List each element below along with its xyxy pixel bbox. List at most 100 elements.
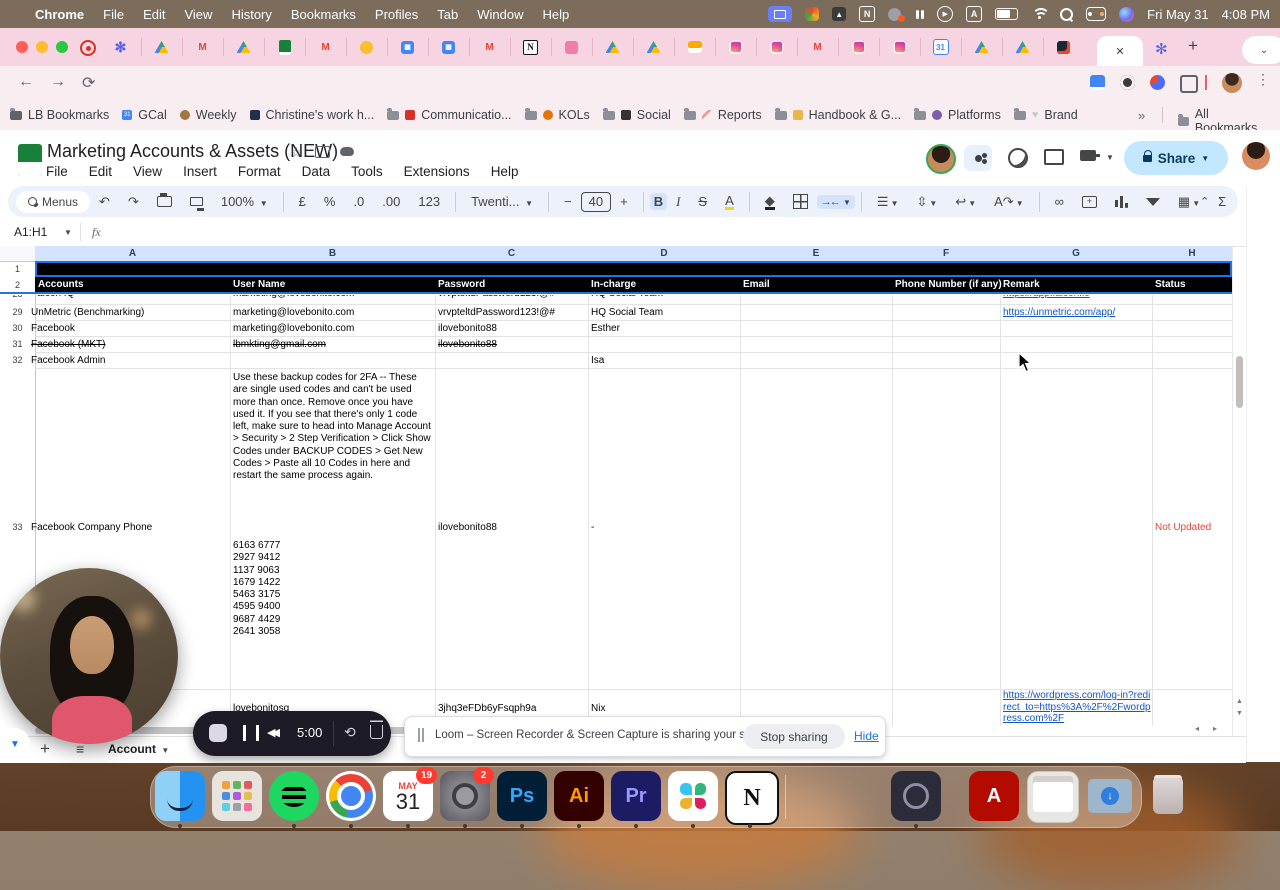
row-number-33[interactable]: 33 [0, 522, 35, 532]
pinned-tab-emoji-icon[interactable] [346, 38, 388, 56]
row-number-1[interactable]: 1 [0, 264, 35, 274]
scroll-right-icon[interactable]: ▸ [1213, 724, 1217, 733]
bookmark-gcal[interactable]: 31 GCal [122, 108, 167, 122]
filter-icon[interactable] [1145, 197, 1160, 206]
airpods-icon[interactable] [916, 7, 925, 21]
pinned-tab-drive-icon[interactable] [633, 38, 675, 56]
pinned-tab-gmail-icon[interactable]: M [182, 38, 224, 56]
pinned-tab-drive-icon[interactable] [961, 38, 1003, 56]
name-box-dropdown-icon[interactable]: ▼ [64, 228, 72, 237]
cell-d34[interactable]: Nix [591, 703, 741, 714]
pinned-tab-instagram-icon[interactable] [715, 38, 757, 56]
tab-flower-icon[interactable]: ✻ [1155, 40, 1168, 58]
pinned-tab-notion-icon[interactable]: N [510, 38, 552, 56]
cell-a31[interactable]: Facebook (MKT) [31, 339, 226, 350]
menubar-item-history[interactable]: History [231, 7, 271, 22]
bookmarks-overflow-chevron[interactable]: » [1138, 108, 1145, 123]
vertical-scrollbar-thumb[interactable] [1236, 356, 1243, 408]
control-center-icon[interactable] [1086, 7, 1107, 21]
notion-menubar-icon[interactable]: N [859, 6, 876, 22]
cloud-status-icon[interactable] [340, 147, 354, 156]
name-box[interactable]: A1:H1 [14, 225, 47, 239]
row-number-30[interactable]: 30 [0, 323, 35, 333]
dock-trash-icon[interactable] [1143, 771, 1193, 821]
cell-c30[interactable]: ilovebonito88 [438, 323, 588, 334]
menu-insert[interactable]: Insert [183, 164, 217, 179]
menu-extensions[interactable]: Extensions [404, 164, 470, 179]
bookmark-kols-folder[interactable]: KOLs [524, 107, 590, 122]
pivot-table-icon[interactable]: ▦ ▼ [1178, 194, 1200, 210]
column-header-b[interactable]: B [230, 246, 436, 261]
menubar-item-edit[interactable]: Edit [143, 7, 165, 22]
cell-c29[interactable]: vrvpteltdPassword123!@# [438, 307, 588, 318]
stop-recording-button[interactable] [209, 724, 227, 742]
dock-launchpad-icon[interactable] [212, 771, 262, 821]
cell-a33[interactable]: Facebook Company Phone [31, 522, 226, 533]
cell-a29[interactable]: UnMetric (Benchmarking) [31, 307, 226, 318]
collapse-toolbar-icon[interactable]: ⌃ [1200, 195, 1209, 208]
scroll-left-icon[interactable]: ◂ [1195, 724, 1199, 733]
menubar-item-bookmarks[interactable]: Bookmarks [291, 7, 356, 22]
cell-a30[interactable]: Facebook [31, 323, 226, 334]
pinned-tab-gmail-icon[interactable]: M [797, 38, 839, 56]
rewind-icon[interactable]: ◀◀ [267, 726, 280, 739]
menubar-time[interactable]: 4:08 PM [1222, 7, 1270, 22]
column-header-f[interactable]: F [892, 246, 1001, 261]
bookmark-handbook-folder[interactable]: Handbook & G... [774, 107, 901, 122]
column-header-g[interactable]: G [1000, 246, 1153, 261]
play-circle-icon[interactable]: ▶ [937, 6, 954, 22]
hide-banner-link[interactable]: Hide [854, 729, 879, 743]
menus-search-button[interactable]: Menus [16, 190, 91, 213]
bookmark-weekly[interactable]: Weekly [179, 108, 237, 122]
strikethrough-button[interactable]: S [698, 194, 707, 209]
increase-decimals-button[interactable]: .00 [382, 194, 400, 209]
cell-c33[interactable]: ilovebonito88 [438, 522, 588, 533]
pinned-tab-settings-icon[interactable]: ✻ [100, 38, 142, 56]
forward-icon[interactable]: → [50, 73, 66, 91]
vertical-scrollbar[interactable]: ▲ ▼ [1232, 246, 1247, 736]
menubar-item-profiles[interactable]: Profiles [375, 7, 418, 22]
cell-g34-link[interactable]: https://wordpress.com/log-in?redirect_to… [1003, 690, 1153, 723]
dock-spotify-icon[interactable] [269, 771, 319, 821]
extension-spinner-icon[interactable] [1150, 75, 1165, 90]
dock-minimized-window[interactable] [1027, 771, 1079, 823]
borders-icon[interactable] [792, 194, 808, 209]
cell-b29[interactable]: marketing@lovebonito.com [233, 307, 433, 318]
extension-bookmark-icon[interactable] [1090, 75, 1105, 90]
bookmark-platforms-folder[interactable]: Platforms [914, 107, 1001, 122]
cell-a32[interactable]: Facebook Admin [31, 355, 226, 366]
move-folder-icon[interactable] [315, 146, 330, 158]
minimize-window-button[interactable] [36, 41, 48, 53]
chrome-menu-icon[interactable]: ⋮ [1256, 71, 1270, 88]
undo-icon[interactable]: ↶ [99, 194, 110, 210]
menubar-item-help[interactable]: Help [543, 7, 570, 22]
pinned-tab-dark-app-icon[interactable] [1043, 38, 1084, 56]
bookmark-social-folder[interactable]: Social [602, 107, 671, 122]
loom-control-bar[interactable]: ◀◀ 5:00 ⟲ [193, 711, 391, 756]
decrease-decimals-button[interactable]: .0 [353, 194, 364, 209]
text-rotation-icon[interactable]: A↷ ▼ [994, 194, 1024, 210]
add-sheet-button[interactable]: + [40, 739, 50, 759]
screen-sharing-icon[interactable] [768, 6, 793, 22]
menubar-item-chrome[interactable]: Chrome [35, 7, 84, 22]
dock-slack-icon[interactable] [668, 771, 718, 821]
grid-corner-select-all[interactable] [0, 246, 36, 262]
cell-c34[interactable]: 3jhq3eFDb6yFsqph9a [438, 703, 588, 714]
meet-dropdown-icon[interactable]: ▼ [1106, 153, 1114, 162]
dock-chrome-icon[interactable] [326, 771, 376, 821]
pinned-tab-drive-icon[interactable] [1002, 38, 1044, 56]
dock-premiere-icon[interactable]: Pr [611, 771, 661, 821]
cell-c31[interactable]: ilovebonito88 [438, 339, 588, 350]
font-select[interactable]: Twenti... ▼ [471, 194, 533, 209]
column-header-d[interactable]: D [588, 246, 741, 261]
cell-b28[interactable]: marketing@lovebonito.com [233, 295, 433, 299]
cell-d30[interactable]: Esther [591, 323, 741, 334]
insert-link-icon[interactable]: ∞ [1055, 194, 1064, 209]
cell-b33-codes[interactable]: 6163 6777 2927 9412 1137 9063 1679 1422 … [233, 540, 433, 638]
redo-icon[interactable]: ↷ [128, 194, 139, 210]
input-source-icon[interactable]: A [966, 6, 983, 22]
currency-format-button[interactable]: £ [299, 194, 306, 209]
pinned-tab-calendar-icon[interactable]: ▦ [387, 38, 429, 56]
paint-format-icon[interactable] [189, 197, 203, 206]
recording-indicator-icon[interactable] [80, 40, 96, 56]
